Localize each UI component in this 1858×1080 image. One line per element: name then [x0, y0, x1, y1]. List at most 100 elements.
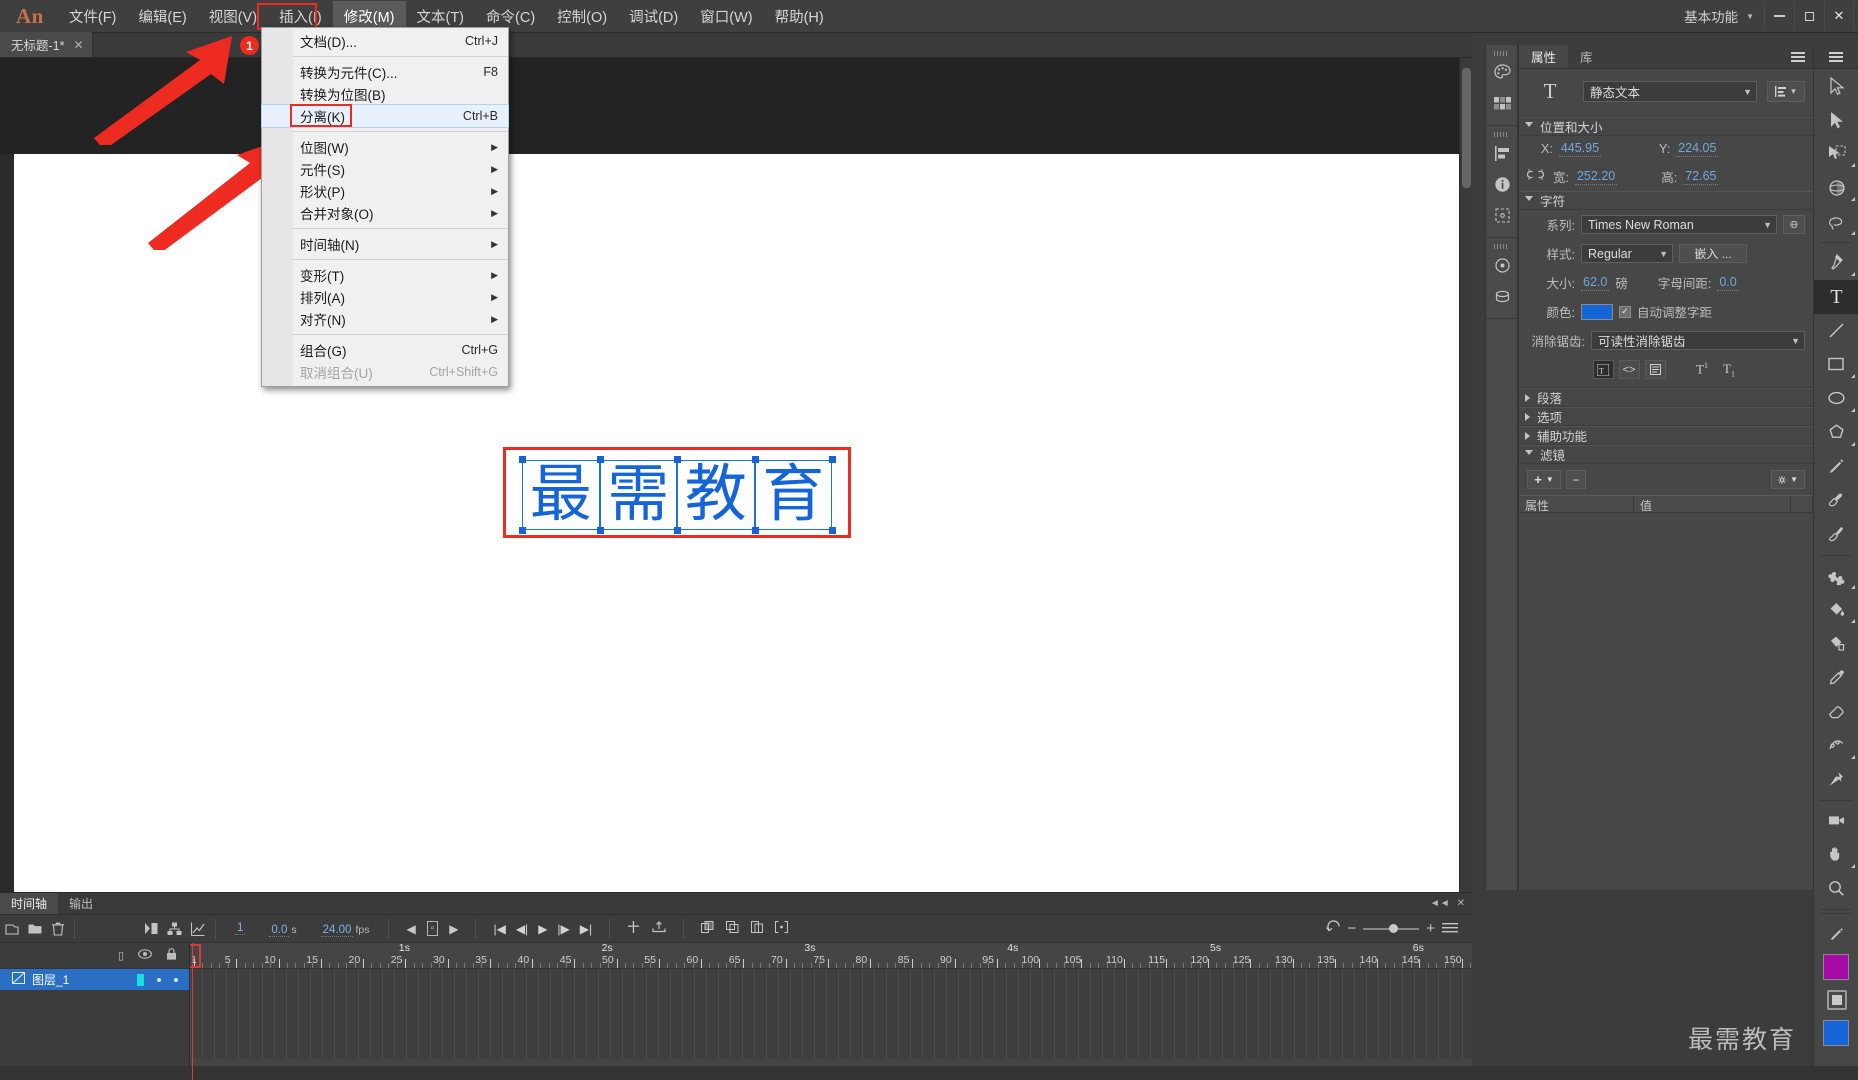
text-tool[interactable]: T [1814, 280, 1858, 314]
brush-tool[interactable] [1814, 484, 1858, 518]
selection-handle[interactable] [596, 456, 604, 463]
go-to-end-icon[interactable]: ▶| [580, 922, 592, 936]
selection-handle[interactable] [751, 456, 759, 463]
eyedropper-tool[interactable] [1814, 661, 1858, 695]
lock-icon[interactable] [166, 948, 177, 963]
duplicate-frame-icon[interactable] [726, 920, 739, 938]
keyframe-icon[interactable]: ▫ [426, 921, 439, 936]
selection-handle[interactable] [596, 527, 604, 534]
pen-tool[interactable] [1814, 246, 1858, 280]
selection-handle[interactable] [829, 456, 836, 463]
swatches-icon[interactable] [1486, 88, 1519, 119]
properties-panel[interactable]: 属性 库 T 静态文本 ▼ ▼ 位置和大小 X: 445.95 Y: 224.0… [1518, 45, 1813, 890]
superscript-button[interactable]: T1 [1692, 360, 1713, 379]
menu-item-0[interactable]: 文档(D)... Ctrl+J [262, 30, 508, 52]
visibility-toggle[interactable] [157, 977, 161, 982]
menu-item-8[interactable]: 形状(P) ▶ [262, 180, 508, 202]
panel-icon-rail[interactable] [1485, 45, 1518, 890]
zoom-in-icon[interactable]: + [1426, 921, 1435, 936]
menu-item-4[interactable]: 分离(K) Ctrl+B [261, 104, 509, 128]
paint-bucket-tool[interactable] [1814, 593, 1858, 627]
playhead-marker[interactable] [190, 944, 201, 968]
show-border-button[interactable] [1644, 360, 1666, 379]
menu-item-3[interactable]: 转换为位图(B) [262, 83, 508, 105]
selection-handle[interactable] [674, 456, 681, 463]
align-icon[interactable] [1486, 138, 1519, 169]
play-icon[interactable]: ▶ [538, 922, 547, 936]
height-value[interactable]: 72.65 [1683, 169, 1719, 185]
selected-glyph-3[interactable]: 育 [754, 460, 832, 530]
close-icon[interactable]: ✕ [73, 38, 83, 52]
selection-handle[interactable] [674, 527, 681, 534]
subscript-button[interactable]: T1 [1719, 360, 1740, 379]
step-back-icon[interactable]: ◀| [516, 922, 528, 936]
frame-view-icon[interactable] [1442, 920, 1458, 938]
playhead[interactable] [190, 943, 201, 1080]
layer-name[interactable]: 图层_1 [32, 971, 69, 988]
section-character[interactable]: 字符 [1519, 191, 1813, 210]
add-filter-button[interactable]: + ▼ [1527, 470, 1561, 489]
step-forward-icon[interactable]: |▶ [557, 922, 569, 936]
stage-area[interactable]: 最需教育 [0, 58, 1472, 892]
filter-options-button[interactable]: ▼ [1771, 470, 1805, 489]
selected-glyph-0[interactable]: 最 [522, 460, 600, 530]
menu-item-13[interactable]: 变形(T) ▶ [262, 264, 508, 286]
menu-9[interactable]: 窗口(W) [689, 1, 763, 32]
lock-toggle[interactable] [174, 977, 178, 982]
section-filters[interactable]: 滤镜 [1519, 445, 1813, 464]
new-folder-button[interactable] [23, 916, 46, 942]
antialias-dropdown[interactable]: 可读性消除锯齿 ▼ [1591, 331, 1805, 350]
font-globe-button[interactable] [1783, 215, 1805, 234]
stroke-color-tool[interactable] [1814, 917, 1858, 951]
frames-strip[interactable] [190, 969, 1472, 1059]
drag-grip[interactable] [1486, 49, 1517, 57]
menu-1[interactable]: 编辑(E) [127, 1, 197, 32]
go-to-start-icon[interactable]: |◀ [493, 922, 505, 936]
reset-zoom-icon[interactable] [1326, 919, 1341, 938]
menu-item-15[interactable]: 对齐(N) ▶ [262, 308, 508, 330]
text-direction-dropdown[interactable]: ▼ [1767, 81, 1805, 102]
subselection-tool[interactable] [1814, 103, 1858, 137]
close-button[interactable]: ✕ [1824, 2, 1854, 30]
free-transform-tool[interactable] [1814, 137, 1858, 171]
ink-bottle-tool[interactable] [1814, 627, 1858, 661]
drag-grip[interactable] [1486, 242, 1517, 250]
timeline-ruler[interactable]: 1 5 10 15 20 25 30 35 40 45 50 55 60 65 70 75 80 85 90 95 10… [190, 943, 1472, 969]
drag-grip[interactable] [1486, 130, 1517, 138]
selected-text-object[interactable]: 最需教育 [519, 456, 836, 534]
bone-tool[interactable] [1814, 559, 1858, 593]
menu-10[interactable]: 帮助(H) [764, 1, 835, 32]
tools-panel[interactable]: T [1813, 45, 1858, 1080]
text-color-swatch[interactable] [1581, 303, 1613, 320]
selection-handle[interactable] [519, 456, 526, 463]
asset-warp-tool[interactable] [1814, 763, 1858, 797]
fill-color-tool[interactable] [1814, 983, 1858, 1017]
zoom-tool[interactable] [1814, 872, 1858, 906]
tab-library[interactable]: 库 [1568, 45, 1605, 68]
tools-panel-menu[interactable] [1814, 45, 1858, 69]
remove-filter-button[interactable]: − [1566, 470, 1586, 489]
rectangle-tool[interactable] [1814, 348, 1858, 382]
current-frame-value[interactable]: 1 [235, 922, 246, 935]
font-family-dropdown[interactable]: Times New Roman ▼ [1581, 215, 1777, 234]
stroke-color-swatch[interactable] [1823, 954, 1849, 980]
zoom-out-icon[interactable]: − [1347, 921, 1356, 936]
3d-rotation-tool[interactable] [1814, 171, 1858, 205]
prev-keyframe-icon[interactable]: ◀ [406, 922, 415, 936]
auto-kern-checkbox[interactable]: ✓ [1619, 305, 1631, 318]
menu-item-14[interactable]: 排列(A) ▶ [262, 286, 508, 308]
x-value[interactable]: 445.95 [1558, 141, 1602, 157]
next-keyframe-icon[interactable]: ▶ [449, 922, 458, 936]
info-icon[interactable] [1486, 169, 1519, 200]
lasso-tool[interactable] [1814, 205, 1858, 239]
menu-item-2[interactable]: 转换为元件(C)... F8 [262, 61, 508, 83]
menu-item-6[interactable]: 位图(W) ▶ [262, 136, 508, 158]
hand-tool[interactable] [1814, 838, 1858, 872]
select-span-icon[interactable] [775, 920, 789, 938]
copy-frame-icon[interactable] [751, 920, 764, 938]
y-value[interactable]: 224.05 [1676, 141, 1719, 157]
collapse-icon[interactable]: ◄◄ [1430, 898, 1450, 909]
layer-row[interactable]: 图层_1 [0, 969, 189, 990]
elapsed-value[interactable]: 0.0 [269, 923, 290, 937]
history-icon[interactable] [1486, 281, 1519, 312]
